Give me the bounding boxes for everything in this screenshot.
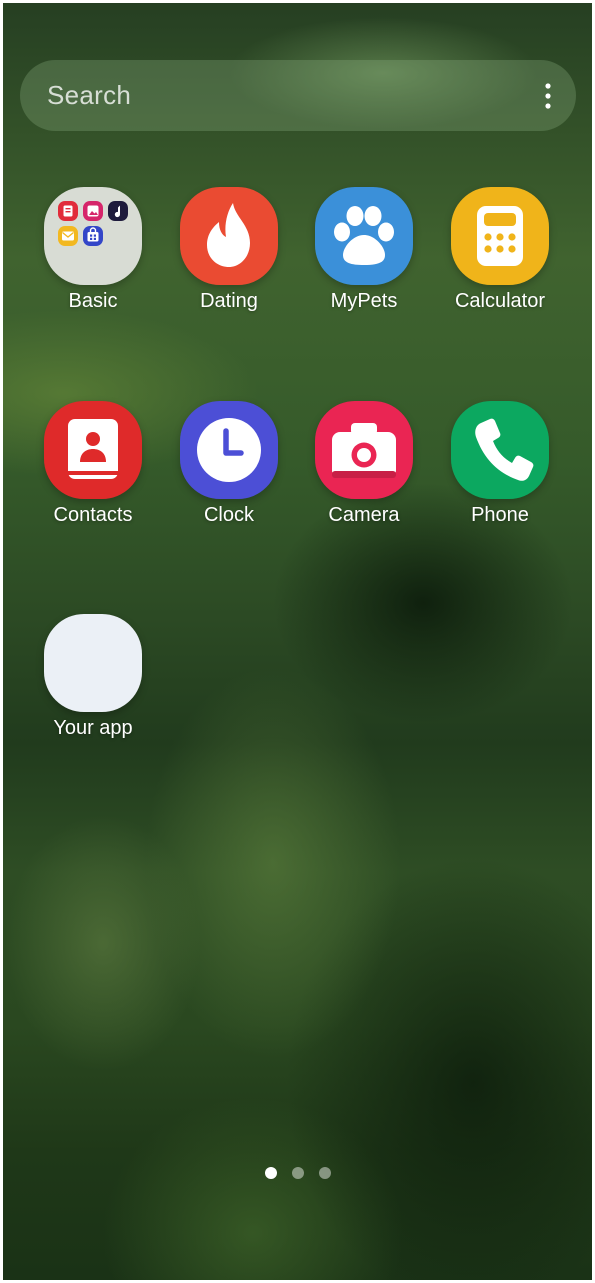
home-screen: Search Basic Dating MyPets Calculator Co… (3, 3, 592, 1280)
app-clock[interactable]: Clock (164, 401, 294, 541)
email-mini-icon (58, 226, 78, 246)
page-indicator[interactable] (261, 1167, 341, 1181)
more-vertical-icon[interactable] (540, 82, 556, 110)
gallery-mini-icon (83, 201, 103, 221)
app-label-contacts: Contacts (53, 504, 133, 526)
app-label-calculator: Calculator (454, 290, 546, 312)
app-mypets[interactable]: MyPets (299, 187, 429, 327)
blank-app-icon[interactable] (44, 614, 142, 712)
music-mini-icon (108, 201, 128, 221)
clock-icon[interactable] (180, 401, 278, 499)
app-dating[interactable]: Dating (164, 187, 294, 327)
app-label-dating: Dating (200, 290, 258, 312)
app-camera[interactable]: Camera (299, 401, 429, 541)
page-dot-3[interactable] (319, 1167, 331, 1179)
app-calculator[interactable]: Calculator (435, 187, 565, 327)
page-dot-2[interactable] (292, 1167, 304, 1179)
app-label-clock: Clock (203, 504, 254, 526)
app-label-your-app: Your app (53, 717, 133, 739)
flame-icon[interactable] (180, 187, 278, 285)
folder-icon[interactable] (44, 187, 142, 285)
app-label-phone: Phone (471, 504, 529, 526)
notes-mini-icon (58, 201, 78, 221)
store-mini-icon (83, 226, 103, 246)
app-phone[interactable]: Phone (435, 401, 565, 541)
page-dot-1[interactable] (265, 1167, 277, 1179)
app-your-app[interactable]: Your app (28, 614, 158, 754)
phone-icon[interactable] (451, 401, 549, 499)
app-contacts[interactable]: Contacts (28, 401, 158, 541)
app-basic-folder[interactable]: Basic (28, 187, 158, 327)
app-label-camera: Camera (328, 504, 400, 526)
paw-icon[interactable] (315, 187, 413, 285)
search-bar[interactable]: Search (20, 60, 576, 131)
app-label-basic: Basic (68, 290, 118, 312)
app-label-mypets: MyPets (330, 290, 398, 312)
camera-icon[interactable] (315, 401, 413, 499)
calculator-icon[interactable] (451, 187, 549, 285)
contacts-book-icon[interactable] (44, 401, 142, 499)
search-input[interactable]: Search (47, 80, 131, 111)
